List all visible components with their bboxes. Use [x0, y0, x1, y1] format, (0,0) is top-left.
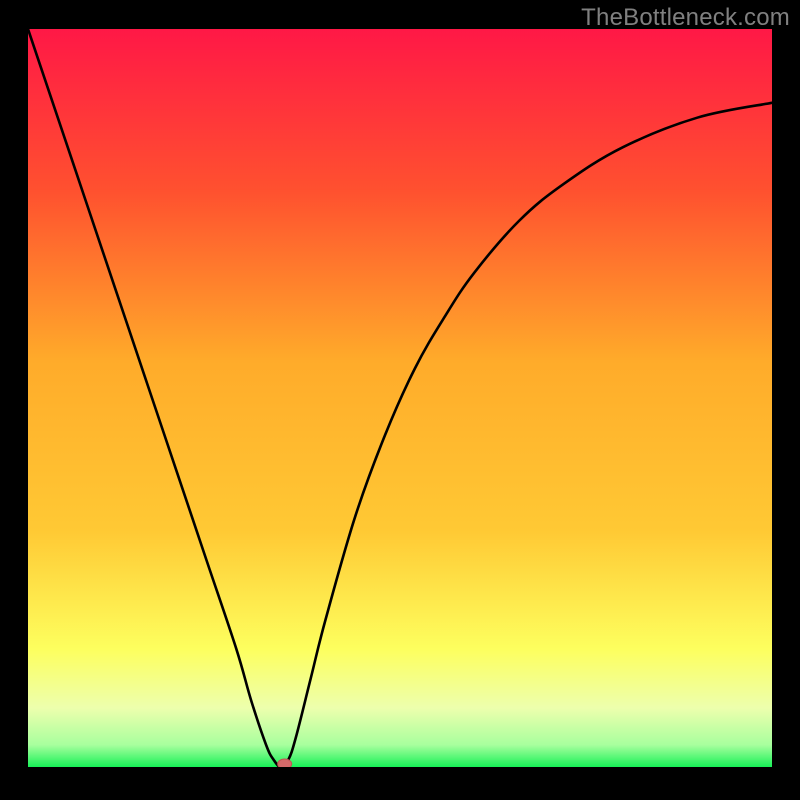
chart-frame: TheBottleneck.com [0, 0, 800, 800]
optimal-point-marker [278, 759, 292, 767]
plot-area [28, 29, 772, 767]
watermark-text: TheBottleneck.com [581, 4, 790, 32]
chart-svg [28, 29, 772, 767]
